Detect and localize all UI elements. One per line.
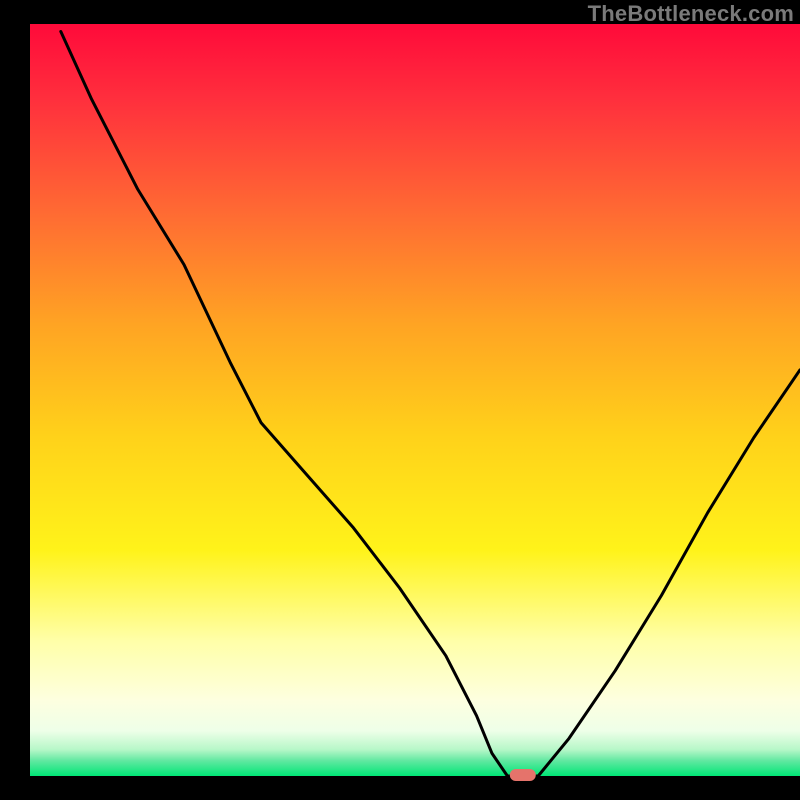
watermark-text: TheBottleneck.com <box>588 1 794 27</box>
plot-area <box>30 24 800 776</box>
chart-container: { "watermark": "TheBottleneck.com", "cha… <box>0 0 800 800</box>
bottleneck-chart <box>0 0 800 800</box>
optimal-marker <box>510 769 536 781</box>
